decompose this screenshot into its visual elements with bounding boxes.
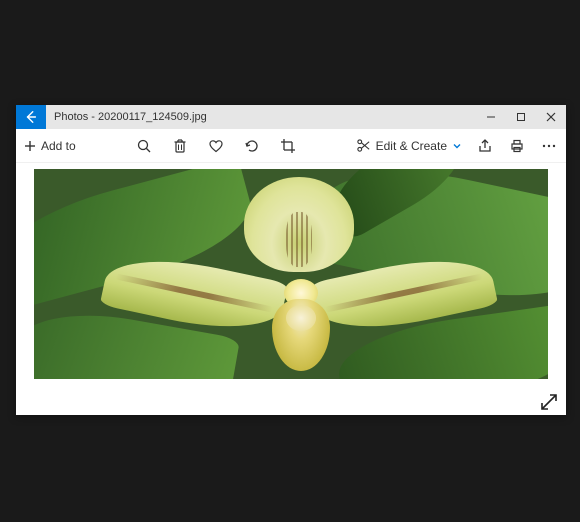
close-icon xyxy=(546,112,556,122)
fullscreen-button[interactable] xyxy=(538,391,560,413)
share-icon xyxy=(477,138,493,154)
photo-content xyxy=(272,299,330,371)
photo-image[interactable] xyxy=(34,169,548,379)
window-controls xyxy=(476,105,566,129)
maximize-icon xyxy=(516,112,526,122)
add-to-button[interactable]: Add to xyxy=(24,139,76,153)
photo-content xyxy=(244,177,354,272)
add-to-label: Add to xyxy=(41,139,76,153)
rotate-icon xyxy=(244,138,260,154)
photo-viewport xyxy=(16,163,566,415)
delete-button[interactable] xyxy=(171,137,189,155)
crop-icon xyxy=(280,138,296,154)
toolbar: Add to Edit & Create xyxy=(16,129,566,163)
maximize-button[interactable] xyxy=(506,105,536,129)
more-button[interactable] xyxy=(540,137,558,155)
delete-icon xyxy=(173,138,187,154)
toolbar-center xyxy=(76,137,356,155)
edit-create-button[interactable]: Edit & Create xyxy=(356,138,462,153)
close-button[interactable] xyxy=(536,105,566,129)
expand-diagonal-icon xyxy=(538,391,560,413)
favorite-button[interactable] xyxy=(207,137,225,155)
zoom-button[interactable] xyxy=(135,137,153,155)
print-icon xyxy=(509,138,525,154)
back-arrow-icon xyxy=(24,110,38,124)
share-button[interactable] xyxy=(476,137,494,155)
back-button[interactable] xyxy=(16,105,46,129)
more-icon xyxy=(541,138,557,154)
toolbar-right: Edit & Create xyxy=(356,137,558,155)
chevron-down-icon xyxy=(452,141,462,151)
crop-button[interactable] xyxy=(279,137,297,155)
minimize-button[interactable] xyxy=(476,105,506,129)
edit-create-label: Edit & Create xyxy=(376,139,447,153)
zoom-icon xyxy=(136,138,152,154)
scissors-icon xyxy=(356,138,371,153)
print-button[interactable] xyxy=(508,137,526,155)
heart-icon xyxy=(208,138,224,154)
photos-app-window: Photos - 20200117_124509.jpg Add to xyxy=(16,105,566,415)
window-title: Photos - 20200117_124509.jpg xyxy=(46,105,476,129)
rotate-button[interactable] xyxy=(243,137,261,155)
titlebar: Photos - 20200117_124509.jpg xyxy=(16,105,566,129)
minimize-icon xyxy=(486,112,496,122)
plus-icon xyxy=(24,140,36,152)
